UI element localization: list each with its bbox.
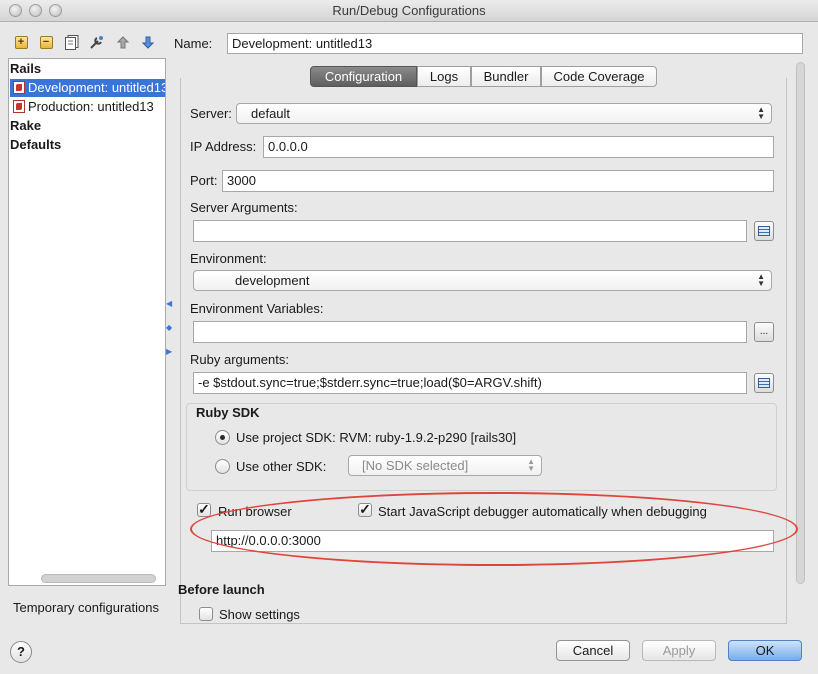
ruby-arguments-input[interactable]: -e $stdout.sync=true;$stderr.sync=true;l… bbox=[193, 372, 747, 394]
server-arguments-label: Server Arguments: bbox=[190, 200, 298, 215]
other-sdk-label[interactable]: Use other SDK: bbox=[236, 459, 326, 474]
title-bar: Run/Debug Configurations bbox=[0, 0, 818, 22]
tree-item-label: Development: untitled13 bbox=[28, 80, 165, 95]
tab-configuration[interactable]: Configuration bbox=[310, 66, 417, 87]
annotation-highlight-oval bbox=[190, 492, 798, 566]
tree-item-development[interactable]: Development: untitled13 bbox=[10, 79, 165, 97]
environment-label: Environment: bbox=[190, 251, 267, 266]
updown-chevron-icon: ▲ ▼ bbox=[527, 457, 535, 473]
tree-horizontal-scrollbar[interactable] bbox=[41, 574, 156, 583]
tab-logs[interactable]: Logs bbox=[417, 66, 471, 87]
show-settings-label[interactable]: Show settings bbox=[219, 607, 300, 622]
expand-text-icon bbox=[758, 378, 770, 388]
ruby-sdk-title: Ruby SDK bbox=[196, 405, 260, 420]
add-configuration-button[interactable]: + bbox=[13, 34, 29, 50]
server-arguments-expand-button[interactable] bbox=[754, 221, 774, 241]
tree-group-rails[interactable]: Rails bbox=[10, 60, 164, 78]
other-sdk-radio[interactable] bbox=[215, 459, 230, 474]
environment-select[interactable]: development ▲ ▼ bbox=[193, 270, 772, 291]
environment-variables-browse-button[interactable]: ... bbox=[754, 322, 774, 342]
arrow-down-icon bbox=[142, 36, 154, 49]
tree-item-label: Production: untitled13 bbox=[28, 99, 154, 114]
other-sdk-select[interactable]: [No SDK selected] ▲ ▼ bbox=[348, 455, 542, 476]
ip-address-label: IP Address: bbox=[190, 139, 257, 154]
move-up-button[interactable] bbox=[115, 34, 131, 50]
ruby-arguments-expand-button[interactable] bbox=[754, 373, 774, 393]
tab-code-coverage[interactable]: Code Coverage bbox=[541, 66, 657, 87]
port-input[interactable]: 3000 bbox=[222, 170, 774, 192]
environment-variables-input[interactable] bbox=[193, 321, 747, 343]
configuration-tree[interactable]: Rails Development: untitled13 Production… bbox=[8, 58, 166, 586]
copy-icon bbox=[65, 34, 79, 50]
server-select[interactable]: default ▲ ▼ bbox=[236, 103, 772, 124]
plus-icon: + bbox=[14, 35, 28, 49]
splitter-handle-icon[interactable]: ◆ bbox=[166, 324, 174, 332]
ruby-sdk-group bbox=[186, 403, 777, 491]
temporary-configurations-label: Temporary configurations bbox=[13, 600, 159, 615]
project-sdk-radio[interactable] bbox=[215, 430, 230, 445]
edit-defaults-button[interactable] bbox=[89, 34, 105, 50]
tab-bundler[interactable]: Bundler bbox=[471, 66, 541, 87]
environment-variables-label: Environment Variables: bbox=[190, 301, 324, 316]
remove-configuration-button[interactable]: − bbox=[38, 34, 54, 50]
arrow-up-icon bbox=[117, 35, 129, 48]
help-button[interactable]: ? bbox=[10, 641, 32, 663]
cancel-button[interactable]: Cancel bbox=[556, 640, 630, 661]
server-select-value: default bbox=[251, 106, 291, 121]
before-launch-title: Before launch bbox=[178, 582, 265, 597]
minus-icon: − bbox=[39, 35, 53, 49]
copy-configuration-button[interactable] bbox=[64, 34, 80, 50]
server-arguments-input[interactable] bbox=[193, 220, 747, 242]
wrench-icon bbox=[90, 36, 103, 49]
splitter-collapse-icon[interactable]: ◀ bbox=[166, 300, 174, 308]
other-sdk-select-value: [No SDK selected] bbox=[362, 458, 469, 473]
ok-button[interactable]: OK bbox=[728, 640, 802, 661]
rails-icon bbox=[13, 81, 25, 94]
server-label: Server: bbox=[190, 106, 232, 121]
ip-address-input[interactable]: 0.0.0.0 bbox=[263, 136, 774, 158]
tree-group-rake[interactable]: Rake bbox=[10, 117, 164, 135]
updown-chevron-icon: ▲ ▼ bbox=[757, 105, 765, 121]
show-settings-checkbox[interactable] bbox=[199, 607, 213, 621]
name-label: Name: bbox=[174, 36, 213, 51]
ruby-arguments-label: Ruby arguments: bbox=[190, 352, 289, 367]
project-sdk-label[interactable]: Use project SDK: RVM: ruby-1.9.2-p290 [r… bbox=[236, 430, 516, 445]
port-label: Port: bbox=[190, 173, 218, 188]
tree-item-production[interactable]: Production: untitled13 bbox=[10, 98, 165, 116]
updown-chevron-icon: ▲ ▼ bbox=[757, 272, 765, 288]
name-input[interactable]: Development: untitled13 bbox=[227, 33, 803, 54]
rails-icon bbox=[13, 100, 25, 113]
expand-text-icon bbox=[758, 226, 770, 236]
splitter-expand-icon[interactable]: ▶ bbox=[166, 348, 174, 356]
panel-vertical-scrollbar[interactable] bbox=[796, 62, 805, 584]
move-down-button[interactable] bbox=[140, 34, 156, 50]
tree-group-defaults[interactable]: Defaults bbox=[10, 136, 164, 154]
apply-button[interactable]: Apply bbox=[642, 640, 716, 661]
environment-select-value: development bbox=[235, 273, 310, 288]
window-title: Run/Debug Configurations bbox=[332, 3, 486, 18]
